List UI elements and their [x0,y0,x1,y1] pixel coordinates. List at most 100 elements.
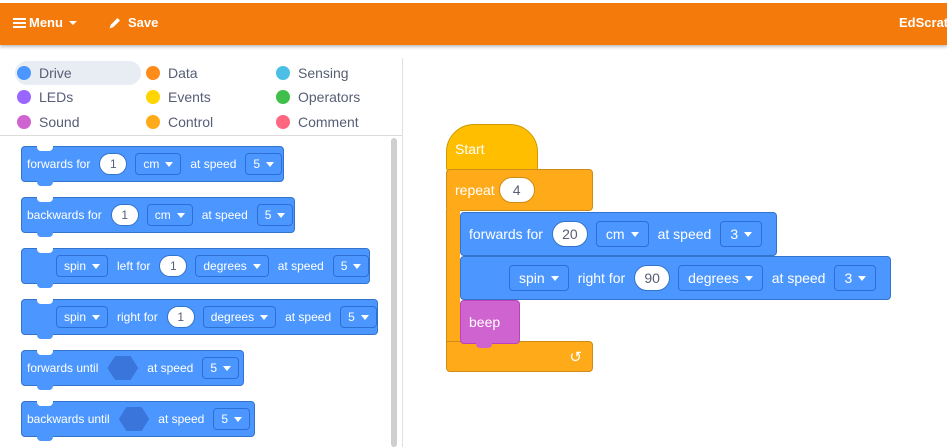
speed-value: 3 [730,226,739,242]
block-forwards-until[interactable]: forwards until at speed 5 [21,350,244,390]
save-button[interactable]: Save [108,15,158,30]
dropdown-arrow-icon [223,365,231,371]
category-label: Comment [298,114,359,130]
hamburger-icon [13,17,26,28]
menu-button[interactable]: Menu [13,15,77,30]
category-label: Control [168,114,214,130]
angle-input[interactable]: 1 [159,255,188,277]
speed-label: at speed [285,310,332,324]
operators-category-dot-icon [276,90,290,104]
speed-dropdown[interactable]: 3 [834,265,877,291]
speed-dropdown[interactable]: 5 [202,357,239,379]
category-leds[interactable]: LEDs [17,85,73,109]
speed-label: at speed [158,412,205,426]
speed-dropdown[interactable]: 5 [213,408,250,430]
app-brand: EdScrat [899,15,947,30]
unit-dropdown[interactable]: cm [146,204,193,226]
top-bar: Menu Save EdScrat [0,0,947,45]
action-value: spin [64,310,87,324]
speed-dropdown[interactable]: 5 [245,153,283,175]
unit-dropdown[interactable]: degrees [195,255,269,277]
category-label: Drive [39,65,72,81]
unit-dropdown[interactable]: cm [135,153,182,175]
caret-down-icon [68,20,77,25]
dropdown-arrow-icon [234,416,242,422]
category-data[interactable]: Data [146,61,198,85]
repeat-label: repeat [455,182,495,198]
condition-slot[interactable] [118,407,150,431]
block-label: forwards until [27,361,99,375]
condition-slot[interactable] [107,356,139,380]
speed-value: 5 [348,310,355,324]
category-panel: Drive Data Sensing LEDs Events Operators… [0,58,400,136]
unit-dropdown[interactable]: degrees [202,306,277,328]
category-comment[interactable]: Comment [276,110,359,134]
distance-input[interactable]: 20 [551,221,588,247]
category-operators[interactable]: Operators [276,85,360,109]
speed-label: at speed [201,208,248,222]
speed-value: 5 [253,157,261,171]
action-dropdown[interactable]: spin [56,255,109,277]
loop-arrow-icon: ↺ [569,349,582,366]
repeat-count-input[interactable]: 4 [498,177,535,203]
angle-input[interactable]: 90 [634,265,671,291]
palette-scrollbar[interactable] [391,138,397,447]
leds-category-dot-icon [17,90,31,104]
unit-value: cm [143,157,160,171]
start-label: Start [455,141,485,157]
repeat-header: repeat 4 [446,169,593,211]
category-sound[interactable]: Sound [17,110,79,134]
block-spin-right[interactable]: spin right for 1 degrees at speed 5 [21,299,378,339]
action-dropdown[interactable]: spin [56,306,109,328]
block-backwards-for[interactable]: backwards for 1 cm at speed 5 [21,197,295,237]
speed-label: at speed [190,157,237,171]
category-label: Sensing [298,65,349,81]
action-dropdown[interactable]: spin [509,265,569,291]
spin-block[interactable]: spin right for 90 degrees at speed 3 [460,256,891,300]
block-forwards-for[interactable]: forwards for 1 cm at speed 5 [21,146,284,186]
unit-value: cm [605,226,625,242]
dropdown-arrow-icon [630,231,639,237]
pencil-icon [109,17,120,28]
sensing-category-dot-icon [276,66,290,80]
speed-value: 5 [340,259,348,273]
unit-value: degrees [688,270,739,286]
unit-value: degrees [210,310,255,324]
speed-value: 5 [210,361,217,375]
speed-value: 5 [264,208,272,222]
speed-dropdown[interactable]: 5 [340,306,377,328]
direction-label: right for [117,310,158,324]
start-block[interactable]: Start [446,124,538,172]
unit-value: degrees [203,259,247,273]
category-label: Events [168,89,211,105]
category-events[interactable]: Events [146,85,211,109]
block-backwards-until[interactable]: backwards until at speed 5 [21,401,255,441]
angle-input[interactable]: 1 [166,306,195,328]
block-spin-left[interactable]: spin left for 1 degrees at speed 5 [21,248,370,288]
distance-input[interactable]: 1 [110,204,139,226]
category-drive[interactable]: Drive [15,61,141,85]
block-label: backwards for [27,208,102,222]
dropdown-arrow-icon [550,275,559,281]
speed-dropdown[interactable]: 5 [256,204,294,226]
speed-label: at speed [277,259,324,273]
palette-divider [402,58,403,447]
menu-label: Menu [29,15,63,30]
dropdown-arrow-icon [260,314,269,320]
category-sensing[interactable]: Sensing [276,61,349,85]
action-value: spin [64,259,87,273]
category-label: Sound [39,114,80,130]
unit-dropdown[interactable]: cm [595,221,649,247]
forwards-block[interactable]: forwards for 20 cm at speed 3 [460,212,777,256]
beep-label: beep [469,314,501,330]
block-label: forwards for [27,157,91,171]
repeat-footer: ↺ [446,341,593,372]
speed-dropdown[interactable]: 5 [332,255,370,277]
dropdown-arrow-icon [252,263,261,269]
beep-block[interactable]: beep [460,300,520,348]
unit-dropdown[interactable]: degrees [678,265,763,291]
distance-input[interactable]: 1 [99,153,128,175]
speed-dropdown[interactable]: 3 [720,221,763,247]
block-label: forwards for [469,226,543,242]
category-control[interactable]: Control [146,110,213,134]
